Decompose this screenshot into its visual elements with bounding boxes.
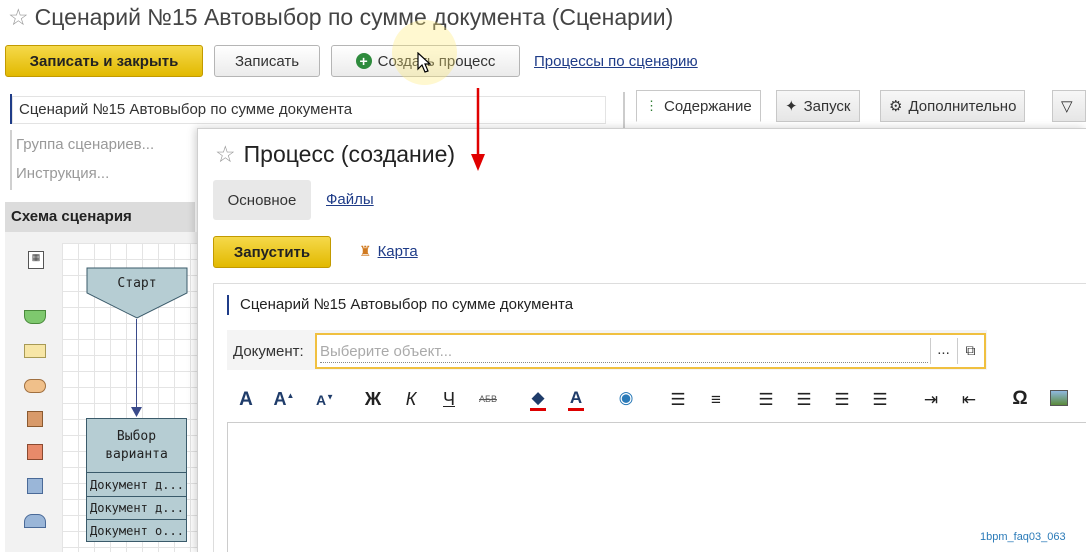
document-label: Документ: (233, 343, 304, 360)
palette-event-icon[interactable] (24, 379, 46, 393)
text-color-icon[interactable]: A (564, 388, 588, 411)
choice-option[interactable]: Документ о... (90, 524, 184, 538)
choice-option[interactable]: Документ д... (90, 478, 184, 492)
select-button[interactable]: ... (930, 338, 956, 364)
save-button[interactable]: Записать (214, 45, 320, 77)
wand-icon: ✦ (785, 98, 798, 115)
align-justify-icon[interactable]: ☰ (868, 390, 892, 410)
group-field[interactable]: Группа сценариев... (16, 136, 154, 153)
flow-connector (136, 319, 137, 411)
align-center-icon[interactable]: ☰ (792, 390, 816, 410)
scenario-name-field[interactable]: Сценарий №15 Автовыбор по сумме документ… (12, 96, 606, 124)
tab-additional[interactable]: ⚙ Дополнительно (880, 90, 1026, 122)
bullet-list-icon[interactable]: ☰ (666, 390, 690, 410)
tab-separator (623, 92, 625, 128)
start-label: Старт (117, 276, 157, 291)
annotation-arrow (471, 88, 485, 171)
tab-main[interactable]: Основное (213, 180, 311, 220)
palette-split-icon[interactable] (27, 478, 43, 494)
star-icon[interactable]: ☆ (215, 141, 236, 167)
arrowhead-icon (131, 407, 142, 417)
schema-icon: ⋮ (645, 98, 658, 113)
processes-link[interactable]: Процессы по сценарию (534, 53, 698, 70)
map-icon: ♜ (359, 243, 372, 259)
cursor-icon (417, 52, 432, 73)
field-divider (10, 130, 12, 190)
tab-launch[interactable]: ✦ Запуск (776, 90, 860, 122)
funnel-icon: ▽ (1061, 98, 1073, 115)
underline-icon[interactable]: Ч (437, 389, 461, 410)
plus-icon: + (355, 53, 372, 69)
watermark: 1bpm_faq03_063 (980, 531, 1066, 543)
window-title: ☆ Сценарий №15 Автовыбор по сумме докумен… (8, 4, 674, 30)
fill-color-icon[interactable]: ◆ (526, 388, 550, 411)
palette-doc-icon[interactable]: ▦ (28, 251, 44, 269)
run-button[interactable]: Запустить (213, 236, 331, 268)
font-increase-icon[interactable]: A▲ (272, 389, 296, 410)
italic-icon[interactable]: К (399, 389, 423, 410)
scenario-field[interactable]: Сценарий №15 Автовыбор по сумме документ… (240, 296, 573, 313)
document-input[interactable]: Выберите объект... (320, 343, 452, 360)
palette-start-icon[interactable] (24, 310, 46, 324)
omega-icon[interactable]: Ω (1008, 388, 1032, 410)
schema-header: Схема сценария (5, 202, 195, 232)
star-icon[interactable]: ☆ (8, 4, 29, 30)
divider (86, 519, 187, 520)
numbered-list-icon[interactable]: ≡ (704, 390, 728, 410)
editor-area[interactable] (227, 422, 1086, 552)
palette-action-icon[interactable] (24, 344, 46, 358)
link-globe-icon[interactable]: ◉ (614, 388, 638, 408)
align-left-icon[interactable]: ☰ (754, 390, 778, 410)
save-close-button[interactable]: Записать и закрыть (5, 45, 203, 77)
instruction-field[interactable]: Инструкция... (16, 165, 109, 182)
palette-process-icon[interactable] (27, 411, 43, 427)
choice-label: Выбор варианта (105, 429, 168, 462)
font-decrease-icon[interactable]: A▼ (313, 392, 337, 408)
align-right-icon[interactable]: ☰ (830, 390, 854, 410)
map-link[interactable]: ♜ Карта (359, 243, 418, 260)
palette-end-icon[interactable] (27, 444, 43, 460)
bold-icon[interactable]: Ж (361, 389, 385, 410)
strikethrough-icon[interactable]: АБВ (472, 394, 504, 404)
open-button[interactable]: ⧉ (957, 338, 983, 364)
indent-increase-icon[interactable]: ⇥ (919, 390, 943, 410)
tab-content[interactable]: ⋮ Содержание (636, 90, 761, 122)
image-icon[interactable] (1050, 390, 1068, 406)
font-icon[interactable]: A (234, 389, 258, 411)
divider (86, 472, 187, 473)
start-node[interactable] (86, 267, 188, 319)
gear-icon: ⚙ (889, 98, 903, 115)
divider (86, 496, 187, 497)
dialog-title: ☆ Процесс (создание) (215, 141, 456, 167)
field-marker (227, 295, 229, 315)
palette-loop-icon[interactable] (24, 514, 46, 528)
tab-files[interactable]: Файлы (326, 191, 374, 208)
tab-extra[interactable]: ▽ (1052, 90, 1086, 122)
choice-option[interactable]: Документ д... (90, 501, 184, 515)
indent-decrease-icon[interactable]: ⇤ (957, 390, 981, 410)
input-underline (320, 362, 928, 363)
